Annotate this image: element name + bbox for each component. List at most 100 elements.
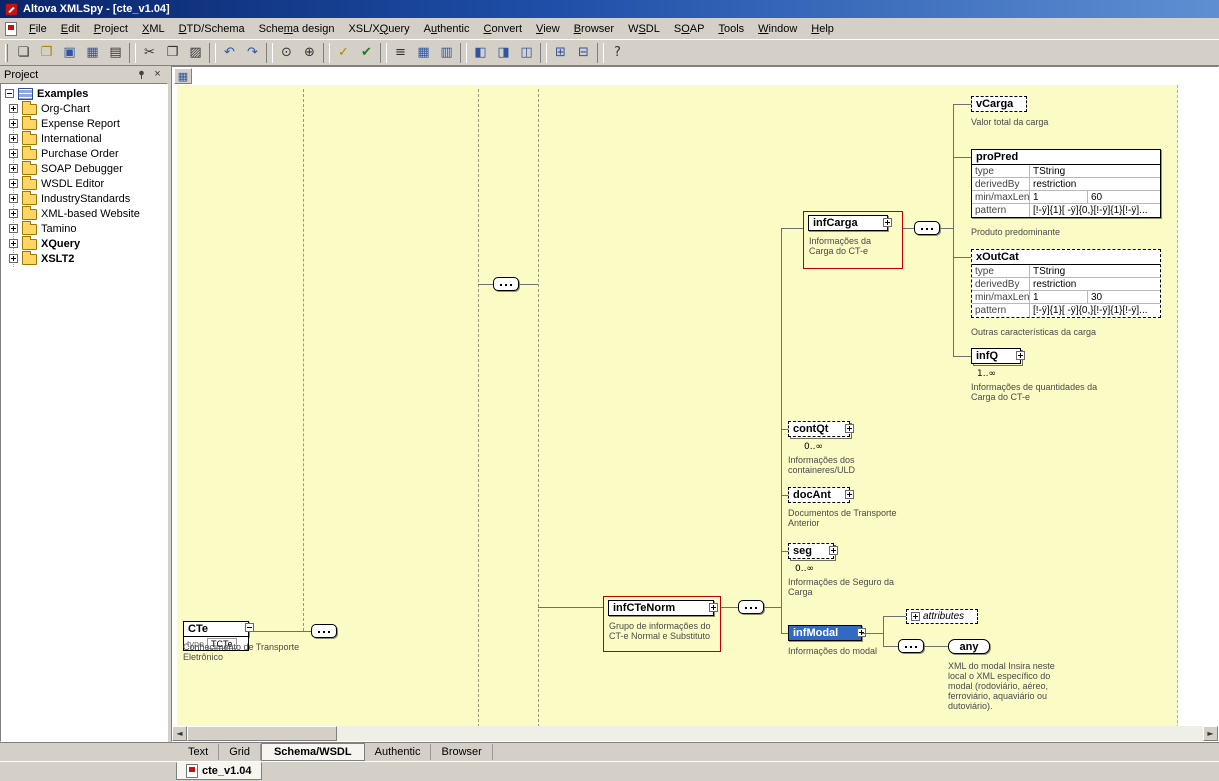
validate-icon[interactable]: ✔: [355, 42, 378, 64]
expand-plus-icon[interactable]: [9, 239, 18, 248]
expand-plus-icon[interactable]: [9, 194, 18, 203]
menu-project[interactable]: Project: [87, 20, 135, 38]
sequence-compositor[interactable]: [914, 221, 940, 235]
menu-dtd-schema[interactable]: DTD/Schema: [172, 20, 252, 38]
new-file-icon[interactable]: ❏: [12, 42, 35, 64]
scroll-right-button[interactable]: ►: [1203, 726, 1218, 741]
menu-xsl-xquery[interactable]: XSL/XQuery: [341, 20, 416, 38]
tab-browser[interactable]: Browser: [431, 744, 492, 760]
tree-item-examples[interactable]: Examples: [1, 86, 167, 101]
element-seg[interactable]: seg: [788, 543, 834, 559]
attributes-box[interactable]: attributes: [906, 609, 978, 624]
tab-grid[interactable]: Grid: [219, 744, 261, 760]
paste-icon[interactable]: ▨: [184, 42, 207, 64]
element-infQ[interactable]: infQ: [971, 348, 1021, 364]
sequence-compositor[interactable]: [738, 600, 764, 614]
check-well-formed-icon[interactable]: ✓: [332, 42, 355, 64]
menu-convert[interactable]: Convert: [477, 20, 530, 38]
menu-authentic[interactable]: Authentic: [417, 20, 477, 38]
menu-schema-design[interactable]: Schema design: [252, 20, 342, 38]
expand-plus-icon[interactable]: [709, 603, 718, 612]
text-view-icon[interactable]: ≡: [389, 42, 412, 64]
menu-browser[interactable]: Browser: [567, 20, 621, 38]
menu-view[interactable]: View: [529, 20, 567, 38]
expand-plus-icon[interactable]: [829, 546, 838, 555]
menu-wsdl[interactable]: WSDL: [621, 20, 667, 38]
scroll-left-button[interactable]: ◄: [172, 726, 187, 741]
expand-plus-icon[interactable]: [883, 218, 892, 227]
element-vCarga[interactable]: vCarga: [971, 96, 1027, 112]
menu-file[interactable]: File: [22, 20, 54, 38]
scrollbar-thumb[interactable]: [187, 726, 337, 741]
undo-icon[interactable]: ↶: [218, 42, 241, 64]
simpletype-xOutCat[interactable]: xOutCat typeTString derivedByrestriction…: [971, 249, 1161, 318]
project-window-icon[interactable]: ◧: [469, 42, 492, 64]
tree-item-wsdl-editor[interactable]: WSDL Editor: [1, 176, 167, 191]
find-icon[interactable]: ⊙: [275, 42, 298, 64]
redo-icon[interactable]: ↷: [241, 42, 264, 64]
menu-soap[interactable]: SOAP: [667, 20, 712, 38]
expand-plus-icon[interactable]: [9, 119, 18, 128]
display-diagram-button[interactable]: ▦: [174, 68, 192, 84]
tree-item-soap-debugger[interactable]: SOAP Debugger: [1, 161, 167, 176]
delete-row-icon[interactable]: ⊟: [572, 42, 595, 64]
sequence-compositor[interactable]: [898, 639, 924, 653]
save-icon[interactable]: ▣: [58, 42, 81, 64]
menu-xml[interactable]: XML: [135, 20, 172, 38]
collapse-minus-icon[interactable]: [5, 89, 14, 98]
simpletype-proPred[interactable]: proPred typeTString derivedByrestriction…: [971, 149, 1161, 218]
tree-item-industry-standards[interactable]: IndustryStandards: [1, 191, 167, 206]
expand-plus-icon[interactable]: [9, 149, 18, 158]
expand-plus-icon[interactable]: [9, 224, 18, 233]
scrollbar-track[interactable]: [337, 726, 1203, 741]
expand-plus-icon[interactable]: [9, 164, 18, 173]
xmlspy-logo-icon[interactable]: [5, 3, 18, 16]
expand-plus-icon[interactable]: [911, 612, 920, 621]
open-file-icon[interactable]: ❐: [35, 42, 58, 64]
expand-plus-icon[interactable]: [1016, 351, 1025, 360]
tree-item-xquery[interactable]: XQuery: [1, 236, 167, 251]
expand-plus-icon[interactable]: [9, 254, 18, 263]
expand-plus-icon[interactable]: [9, 209, 18, 218]
menu-window[interactable]: Window: [751, 20, 804, 38]
grid-view-icon[interactable]: ▦: [412, 42, 435, 64]
close-panel-button[interactable]: ×: [151, 68, 164, 81]
schema-design-view-icon[interactable]: ▥: [435, 42, 458, 64]
tree-item-xml-based-website[interactable]: XML-based Website: [1, 206, 167, 221]
file-tab-cte-v1-04[interactable]: cte_v1.04: [176, 762, 262, 780]
tree-item-international[interactable]: International: [1, 131, 167, 146]
help-icon[interactable]: ?: [606, 42, 629, 64]
entry-helpers-icon[interactable]: ◫: [515, 42, 538, 64]
element-CTe[interactable]: CTe: [183, 621, 249, 637]
element-infCTeNorm[interactable]: infCTeNorm: [608, 600, 714, 616]
tree-item-tamino[interactable]: Tamino: [1, 221, 167, 236]
toolbar-grip[interactable]: [5, 44, 8, 62]
expand-plus-icon[interactable]: [9, 179, 18, 188]
element-contQt[interactable]: contQt: [788, 421, 850, 437]
element-infCarga[interactable]: infCarga: [808, 215, 888, 231]
tree-item-purchase-order[interactable]: Purchase Order: [1, 146, 167, 161]
menu-help[interactable]: Help: [804, 20, 841, 38]
element-any[interactable]: any: [948, 639, 990, 654]
info-window-icon[interactable]: ◨: [492, 42, 515, 64]
active-document-icon[interactable]: [5, 22, 17, 36]
expand-plus-icon[interactable]: [9, 104, 18, 113]
copy-icon[interactable]: ❐: [161, 42, 184, 64]
insert-row-icon[interactable]: ⊞: [549, 42, 572, 64]
menu-tools[interactable]: Tools: [711, 20, 751, 38]
tree-item-xslt2[interactable]: XSLT2: [1, 251, 167, 266]
sequence-compositor[interactable]: [493, 277, 519, 291]
element-infModal-selected[interactable]: infModal: [788, 625, 862, 641]
tab-schema-wsdl[interactable]: Schema/WSDL: [261, 743, 365, 761]
find-next-icon[interactable]: ⊕: [298, 42, 321, 64]
save-all-icon[interactable]: ▦: [81, 42, 104, 64]
tab-text[interactable]: Text: [178, 744, 219, 760]
sequence-compositor[interactable]: [311, 624, 337, 638]
cut-icon[interactable]: ✂: [138, 42, 161, 64]
tab-authentic[interactable]: Authentic: [365, 744, 432, 760]
expand-plus-icon[interactable]: [845, 490, 854, 499]
menu-edit[interactable]: Edit: [54, 20, 87, 38]
tree-item-org-chart[interactable]: Org-Chart: [1, 101, 167, 116]
element-docAnt[interactable]: docAnt: [788, 487, 850, 503]
print-icon[interactable]: ▤: [104, 42, 127, 64]
